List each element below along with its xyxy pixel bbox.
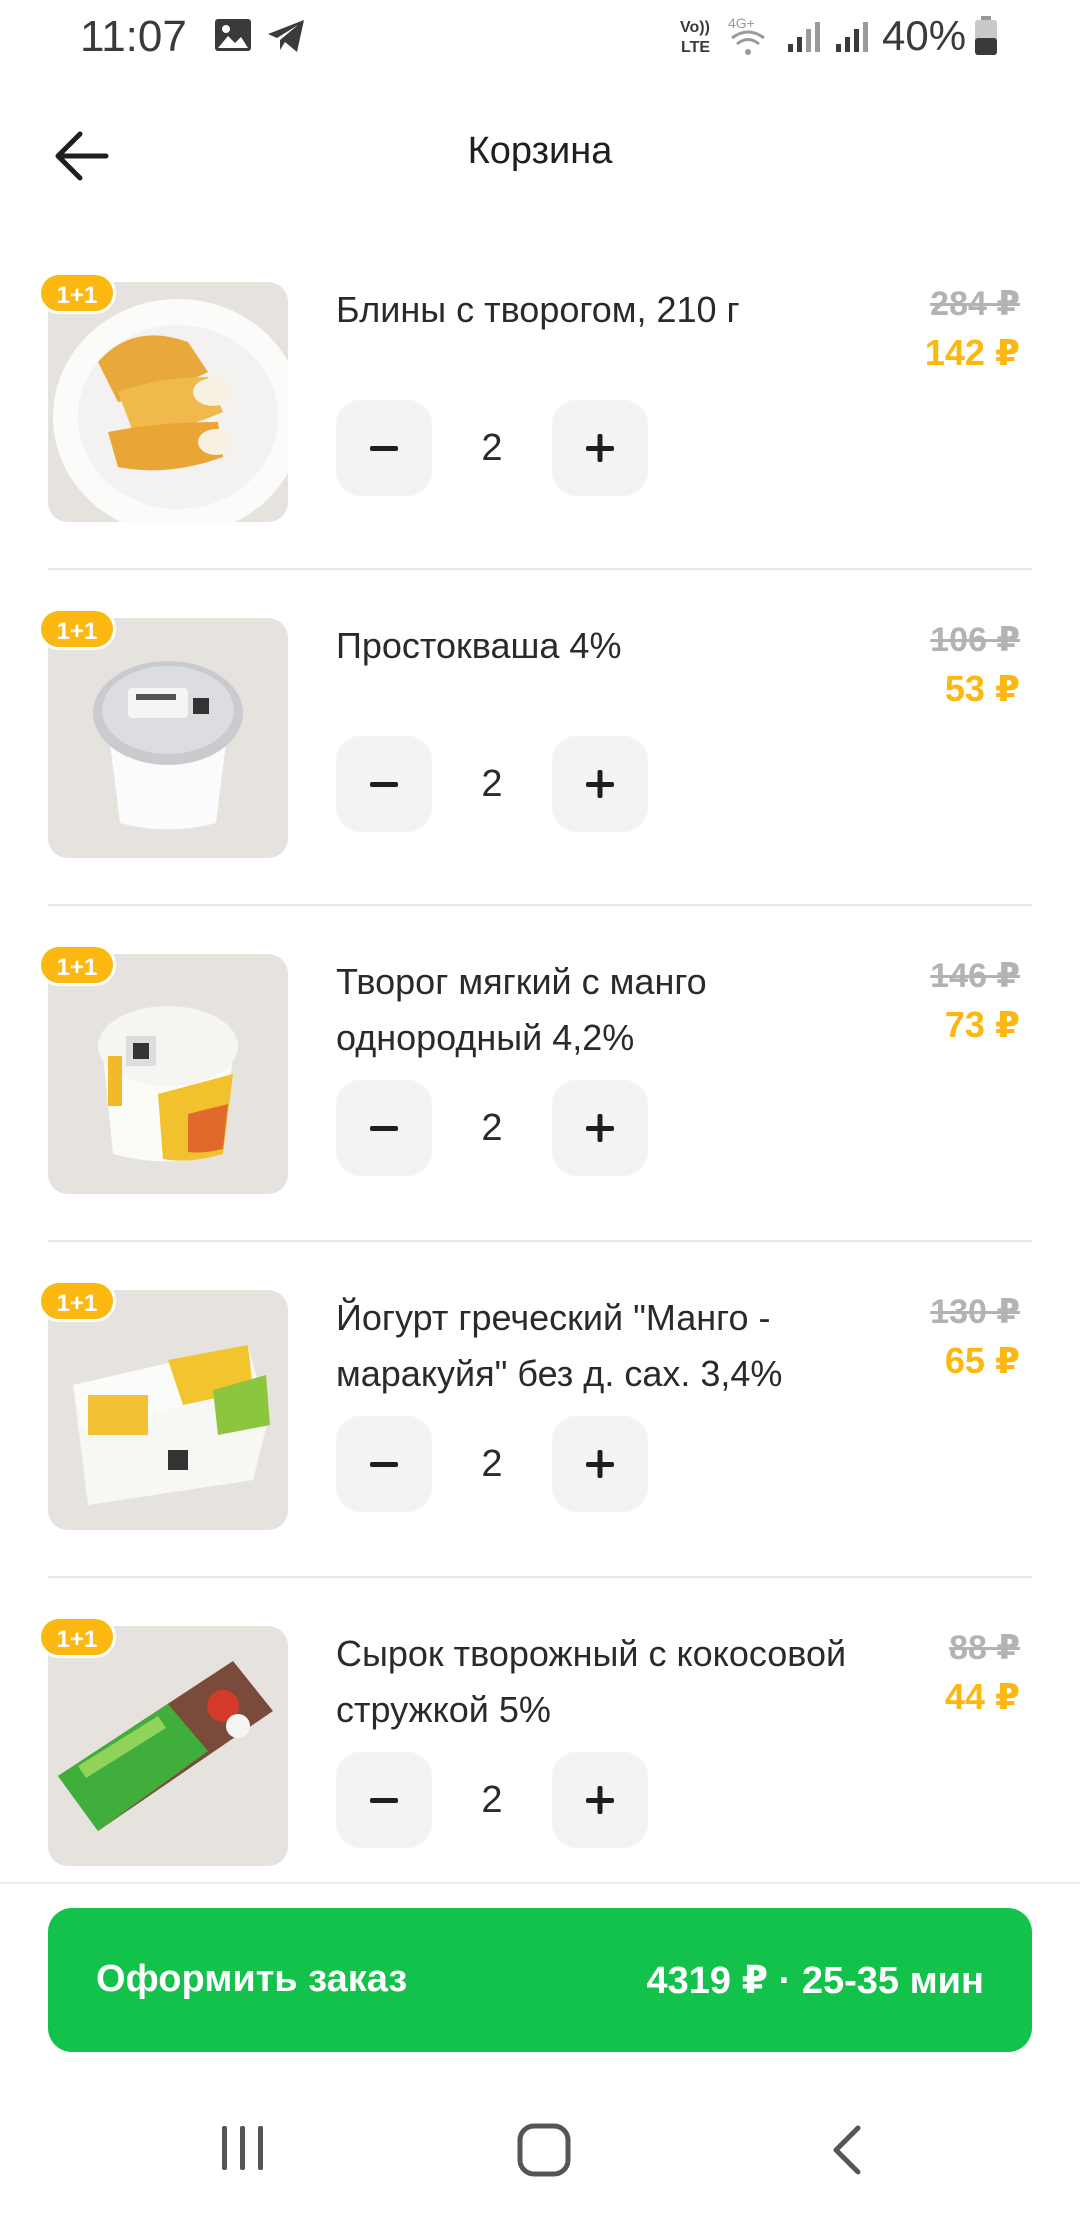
svg-text:LTE: LTE	[681, 39, 710, 56]
plus-icon	[586, 1786, 614, 1814]
back-icon	[833, 2125, 861, 2175]
old-price: 284 ₽	[930, 285, 1020, 323]
quantity-value: 2	[481, 1443, 503, 1485]
minus-icon	[370, 782, 398, 787]
old-price: 106 ₽	[930, 621, 1020, 659]
new-price: 65 ₽	[944, 1340, 1020, 1381]
gallery-notification-icon	[214, 18, 252, 57]
status-time: 11:07	[80, 12, 187, 61]
quantity-stepper: 2	[336, 400, 648, 496]
product-name: Блины с творогом, 210 г	[336, 289, 740, 330]
quantity-stepper: 2	[336, 1752, 648, 1848]
system-nav-bar	[0, 2090, 1080, 2220]
increase-button[interactable]	[552, 1080, 648, 1176]
signal-sim2-icon	[834, 20, 870, 59]
old-price: 130 ₽	[930, 1293, 1020, 1331]
svg-text:Vo)): Vo))	[680, 19, 710, 36]
quantity-value: 2	[481, 1107, 503, 1149]
minus-icon	[370, 1798, 398, 1803]
checkout-summary: 4319 ₽ · 25-35 мин	[646, 1960, 984, 2002]
battery-icon	[974, 16, 998, 61]
promo-badge: 1+1	[38, 944, 116, 986]
telegram-notification-icon	[266, 18, 306, 59]
product-name: Йогурт греческий "Манго - маракуйя" без …	[336, 1297, 783, 1394]
divider	[48, 904, 1032, 906]
product-image[interactable]	[48, 618, 288, 858]
network-4g-wifi-icon: 4G+	[726, 14, 770, 63]
battery-percent: 40%	[882, 12, 967, 59]
promo-badge: 1+1	[38, 1280, 116, 1322]
quantity-stepper: 2	[336, 1416, 648, 1512]
increase-button[interactable]	[552, 1752, 648, 1848]
minus-icon	[370, 1126, 398, 1131]
plus-icon	[586, 1450, 614, 1478]
header: Корзина	[0, 110, 1080, 200]
minus-icon	[370, 1462, 398, 1467]
recent-apps-icon	[222, 2126, 263, 2170]
promo-badge: 1+1	[38, 1616, 116, 1658]
bottom-divider	[0, 1882, 1080, 1884]
decrease-button[interactable]	[336, 1416, 432, 1512]
curd-bar-photo	[48, 1626, 288, 1866]
status-bar: 11:07 Vo)) LTE 4G+ 40%	[0, 0, 1080, 74]
home-icon	[517, 2123, 571, 2177]
recent-apps-button[interactable]	[218, 2122, 268, 2179]
svg-text:4G+: 4G+	[728, 15, 755, 31]
system-back-button[interactable]	[826, 2122, 866, 2183]
crepes-photo	[48, 282, 288, 522]
product-name: Сырок творожный с кокосовой стружкой 5%	[336, 1633, 847, 1730]
home-button[interactable]	[516, 2122, 572, 2183]
quantity-stepper: 2	[336, 736, 648, 832]
new-price: 44 ₽	[944, 1676, 1020, 1717]
plus-icon	[586, 770, 614, 798]
checkout-button[interactable]: Оформить заказ 4319 ₽ · 25-35 мин	[48, 1908, 1032, 2052]
signal-sim1-icon	[786, 20, 822, 59]
minus-icon	[370, 446, 398, 451]
volte-icon: Vo)) LTE	[680, 16, 720, 61]
quantity-value: 2	[481, 1779, 503, 1821]
mango-curd-cup-photo	[48, 954, 288, 1194]
increase-button[interactable]	[552, 1416, 648, 1512]
decrease-button[interactable]	[336, 400, 432, 496]
old-price: 146 ₽	[930, 957, 1020, 995]
page-title: Корзина	[467, 130, 613, 172]
new-price: 142 ₽	[924, 332, 1020, 373]
quantity-value: 2	[481, 763, 503, 805]
product-image[interactable]	[48, 954, 288, 1194]
plus-icon	[586, 1114, 614, 1142]
old-price: 88 ₽	[949, 1629, 1020, 1667]
plus-icon	[586, 434, 614, 462]
new-price: 53 ₽	[944, 668, 1020, 709]
product-image[interactable]	[48, 1626, 288, 1866]
increase-button[interactable]	[552, 736, 648, 832]
quantity-stepper: 2	[336, 1080, 648, 1176]
decrease-button[interactable]	[336, 1752, 432, 1848]
divider	[48, 1576, 1032, 1578]
product-image[interactable]	[48, 282, 288, 522]
product-name: Творог мягкий с манго однородный 4,2%	[336, 961, 707, 1058]
greek-yogurt-photo	[48, 1290, 288, 1530]
product-name: Простокваша 4%	[336, 625, 622, 666]
arrow-left-icon	[52, 131, 112, 188]
quantity-value: 2	[481, 427, 503, 469]
increase-button[interactable]	[552, 400, 648, 496]
prostokvasha-cup-photo	[48, 618, 288, 858]
product-image[interactable]	[48, 1290, 288, 1530]
new-price: 73 ₽	[944, 1004, 1020, 1045]
promo-badge: 1+1	[38, 608, 116, 650]
divider	[48, 568, 1032, 570]
promo-badge: 1+1	[38, 272, 116, 314]
decrease-button[interactable]	[336, 1080, 432, 1176]
checkout-label: Оформить заказ	[96, 1958, 408, 2000]
decrease-button[interactable]	[336, 736, 432, 832]
divider	[48, 1240, 1032, 1242]
